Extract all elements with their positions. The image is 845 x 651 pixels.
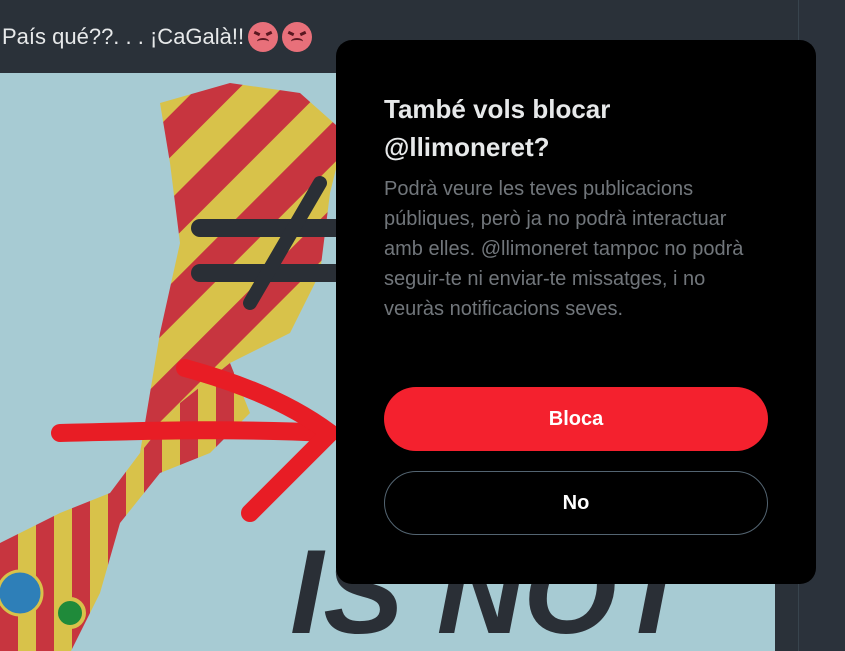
block-button[interactable]: Bloca (384, 387, 768, 451)
tweet-text: País qué??. . . ¡CaGalà!! (2, 22, 313, 52)
dialog-body: Podrà veure les teves publicacions públi… (384, 178, 744, 320)
dialog-title: També vols blocar @llimoneret? (384, 94, 611, 162)
cancel-button[interactable]: No (384, 471, 768, 535)
red-arrow (51, 421, 339, 442)
angry-face-icon (282, 22, 313, 52)
tweet-text-content: País qué??. . . ¡CaGalà!! (2, 24, 245, 49)
angry-face-icon (248, 22, 279, 52)
block-confirmation-dialog: També vols blocar @llimoneret? Podrà veu… (336, 40, 816, 584)
